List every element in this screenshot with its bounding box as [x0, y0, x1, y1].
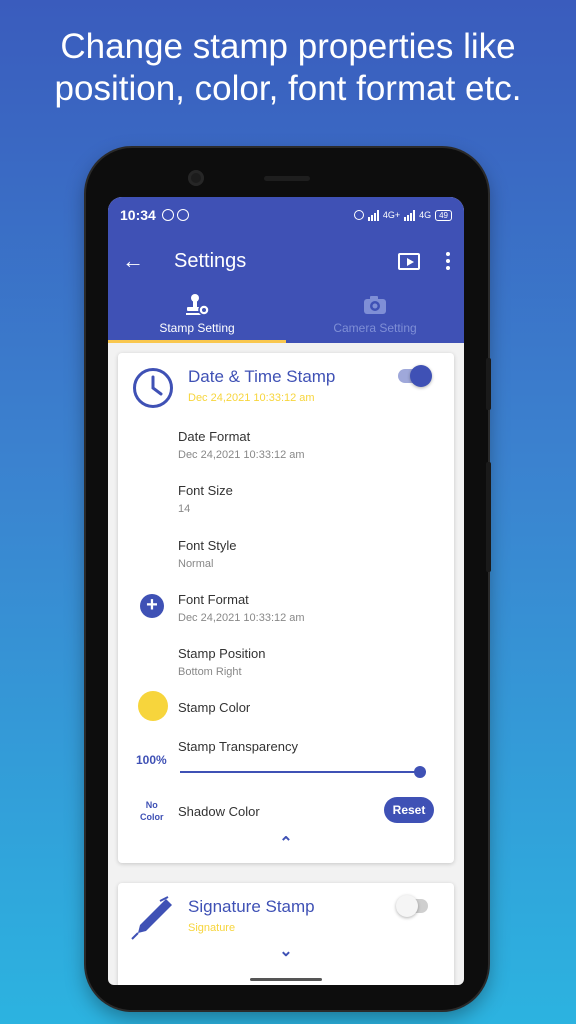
- stamp-transparency-label: Stamp Transparency: [178, 739, 298, 754]
- reset-button[interactable]: Reset: [384, 797, 434, 823]
- stamp-color-label: Stamp Color: [178, 700, 251, 715]
- date-format-row[interactable]: Date Format Dec 24,2021 10:33:12 am: [178, 429, 305, 461]
- stamp-icon: [186, 294, 210, 316]
- date-time-card-subtitle: Dec 24,2021 10:33:12 am: [188, 392, 315, 404]
- font-style-label: Font Style: [178, 538, 237, 553]
- date-time-card-title: Date & Time Stamp: [188, 367, 336, 386]
- pen-icon: [131, 896, 172, 940]
- stamp-position-label: Stamp Position: [178, 646, 266, 661]
- network-type-1: 4G+: [382, 210, 401, 220]
- signature-stamp-card: Signature Stamp Signature ⌄: [118, 883, 454, 985]
- font-style-value: Normal: [178, 558, 214, 570]
- battery-icon: 49: [435, 209, 452, 221]
- app-bar: ← Settings: [108, 233, 464, 289]
- tab-bar: Stamp Setting Camera Setting: [108, 289, 464, 343]
- stamp-color-row[interactable]: Stamp Color: [178, 700, 250, 715]
- font-size-value: 14: [178, 503, 191, 515]
- phone-screen: 10:34 4G+ 4G 49 ← Settings Stamp Setting…: [108, 197, 464, 985]
- page-title: Settings: [174, 249, 247, 272]
- toggle-knob: [410, 365, 432, 387]
- status-bar: 10:34 4G+ 4G 49: [108, 197, 464, 233]
- stamp-transparency-percent: 100%: [136, 753, 167, 767]
- signature-card-subtitle: Signature: [188, 922, 236, 934]
- more-vert-icon[interactable]: [446, 252, 450, 270]
- whatsapp-icon: [161, 209, 174, 221]
- font-format-row[interactable]: Font Format Dec 24,2021 10:33:12 am: [178, 592, 305, 624]
- phone-volume-button: [486, 358, 491, 410]
- back-arrow-icon[interactable]: ←: [122, 248, 144, 274]
- date-time-stamp-card: Date & Time Stamp Dec 24,2021 10:33:12 a…: [118, 353, 454, 863]
- front-camera: [188, 170, 204, 186]
- shadow-color-row[interactable]: Shadow Color: [178, 804, 260, 819]
- promo-line-1: Change stamp properties like: [60, 27, 516, 66]
- add-font-format-icon[interactable]: +: [140, 594, 164, 618]
- stamp-position-row[interactable]: Stamp Position Bottom Right: [178, 646, 265, 678]
- chevron-down-icon[interactable]: ⌄: [279, 941, 292, 961]
- stamp-transparency-row: Stamp Transparency: [178, 739, 298, 754]
- signal-icon: [367, 209, 379, 221]
- promo-caption: Change stamp properties like position, c…: [0, 26, 576, 110]
- stamp-color-swatch[interactable]: [138, 691, 168, 721]
- clock-icon: [133, 368, 173, 408]
- date-time-card-header[interactable]: Date & Time Stamp Dec 24,2021 10:33:12 a…: [118, 353, 454, 425]
- shadow-color-label: Shadow Color: [178, 804, 260, 819]
- tab-camera-setting[interactable]: Camera Setting: [286, 289, 464, 343]
- chevron-up-icon[interactable]: ⌃: [279, 833, 292, 853]
- network-type-2: 4G: [419, 210, 432, 220]
- tab-stamp-setting-label: Stamp Setting: [159, 321, 235, 335]
- signature-toggle[interactable]: [396, 895, 428, 917]
- font-format-value: Dec 24,2021 10:33:12 am: [178, 612, 305, 624]
- gesture-nav-bar[interactable]: [250, 978, 322, 981]
- date-format-label: Date Format: [178, 429, 251, 444]
- phone-power-button: [486, 462, 491, 572]
- font-size-row[interactable]: Font Size 14: [178, 483, 233, 515]
- toggle-knob: [396, 895, 418, 917]
- font-format-label: Font Format: [178, 592, 249, 607]
- transparency-slider-thumb[interactable]: [414, 766, 426, 778]
- status-time: 10:34: [120, 207, 156, 223]
- transparency-slider-track[interactable]: [180, 771, 420, 773]
- cast-icon[interactable]: [398, 252, 420, 270]
- sync-icon: [176, 209, 189, 221]
- date-format-value: Dec 24,2021 10:33:12 am: [178, 449, 305, 461]
- camera-settings-icon: [364, 296, 386, 314]
- date-time-toggle[interactable]: [398, 365, 432, 387]
- stamp-position-value: Bottom Right: [178, 666, 242, 678]
- alarm-icon: [353, 210, 364, 220]
- tab-stamp-setting[interactable]: Stamp Setting: [108, 289, 286, 343]
- no-color-indicator[interactable]: No Color: [140, 799, 164, 823]
- earpiece-speaker: [264, 176, 310, 181]
- promo-line-2: position, color, font format etc.: [54, 69, 522, 108]
- signature-card-title: Signature Stamp: [188, 897, 315, 916]
- font-size-label: Font Size: [178, 483, 233, 498]
- font-style-row[interactable]: Font Style Normal: [178, 538, 237, 570]
- no-color-line-2: Color: [140, 812, 164, 822]
- tab-camera-setting-label: Camera Setting: [333, 321, 417, 335]
- signal-icon-2: [404, 209, 416, 221]
- no-color-line-1: No: [145, 800, 158, 810]
